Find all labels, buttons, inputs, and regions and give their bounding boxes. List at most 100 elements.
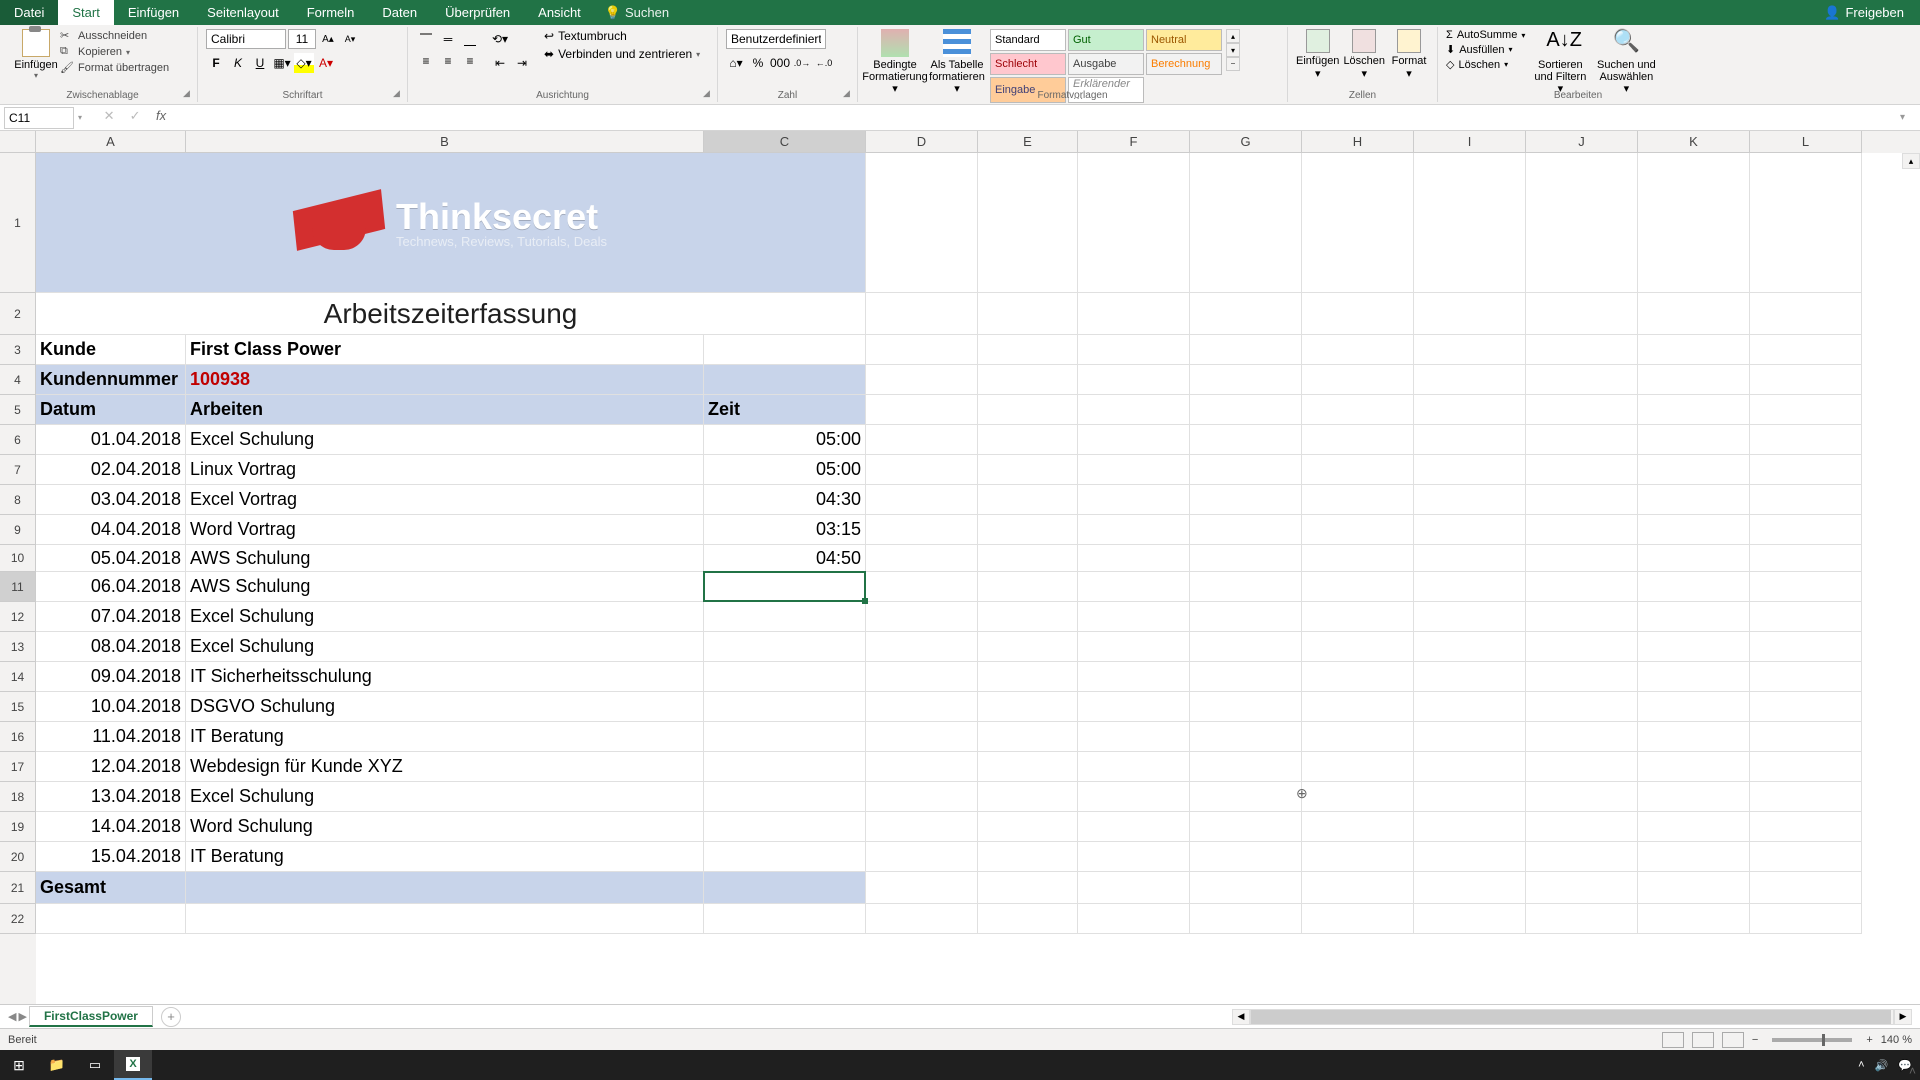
file-explorer-button[interactable]: 📁 — [38, 1050, 76, 1080]
cell[interactable] — [1638, 365, 1750, 395]
cell[interactable] — [1638, 545, 1750, 572]
format-painter-button[interactable]: 🖌Format übertragen — [60, 61, 169, 75]
spreadsheet-grid[interactable]: ABCDEFGHIJKL 123456789101112131415161718… — [0, 131, 1920, 1004]
cell-zeit[interactable]: 05:00 — [704, 425, 866, 455]
cell[interactable] — [1078, 425, 1190, 455]
ribbon-tab-ansicht[interactable]: Ansicht — [524, 0, 595, 25]
row-header-7[interactable]: 7 — [0, 455, 36, 485]
cell[interactable] — [1414, 872, 1526, 904]
cell[interactable] — [978, 662, 1078, 692]
cell[interactable] — [1190, 904, 1302, 934]
cell-datum[interactable] — [36, 904, 186, 934]
cell[interactable] — [866, 752, 978, 782]
cell[interactable] — [1638, 752, 1750, 782]
cell[interactable] — [1302, 153, 1414, 293]
ribbon-tab-daten[interactable]: Daten — [368, 0, 431, 25]
cell[interactable] — [978, 722, 1078, 752]
normal-view-button[interactable] — [1662, 1032, 1684, 1048]
cell[interactable] — [186, 872, 704, 904]
cell[interactable] — [1638, 153, 1750, 293]
cell[interactable] — [1078, 782, 1190, 812]
row-header-1[interactable]: 1 — [0, 153, 36, 293]
cell-zeit[interactable]: 04:30 — [704, 485, 866, 515]
cell[interactable] — [866, 545, 978, 572]
cell-zeit[interactable] — [704, 812, 866, 842]
add-sheet-button[interactable]: + — [161, 1007, 181, 1027]
cell[interactable] — [1190, 425, 1302, 455]
cell[interactable] — [1078, 395, 1190, 425]
cell-arbeiten[interactable]: Excel Schulung — [186, 425, 704, 455]
cell[interactable] — [1302, 572, 1414, 602]
row-header-14[interactable]: 14 — [0, 662, 36, 692]
cell[interactable] — [1638, 515, 1750, 545]
cell[interactable] — [1414, 782, 1526, 812]
cell-datum[interactable]: 12.04.2018 — [36, 752, 186, 782]
cell[interactable] — [1302, 722, 1414, 752]
cell[interactable] — [1638, 722, 1750, 752]
cell[interactable] — [978, 545, 1078, 572]
cell-arbeiten[interactable]: Linux Vortrag — [186, 455, 704, 485]
autosum-button[interactable]: ΣAutoSumme▾ — [1446, 29, 1525, 41]
cell[interactable] — [1302, 752, 1414, 782]
cell-datum[interactable]: 09.04.2018 — [36, 662, 186, 692]
task-view-button[interactable]: ▭ — [76, 1050, 114, 1080]
row-header-4[interactable]: 4 — [0, 365, 36, 395]
share-button[interactable]: 👤 Freigeben — [1824, 5, 1904, 21]
zoom-slider[interactable] — [1772, 1038, 1852, 1042]
tray-chevron-icon[interactable]: ˄ — [1858, 1059, 1864, 1071]
cell-datum[interactable]: 02.04.2018 — [36, 455, 186, 485]
cell[interactable] — [978, 425, 1078, 455]
cell[interactable] — [1078, 872, 1190, 904]
cell[interactable] — [978, 515, 1078, 545]
cell-datum[interactable]: 04.04.2018 — [36, 515, 186, 545]
row-header-17[interactable]: 17 — [0, 752, 36, 782]
cell[interactable] — [704, 872, 866, 904]
cell[interactable] — [978, 365, 1078, 395]
format-as-table-button[interactable]: Als Tabelle formatieren▾ — [928, 29, 986, 95]
cell-datum[interactable]: 03.04.2018 — [36, 485, 186, 515]
cell-style-standard[interactable]: Standard — [990, 29, 1066, 51]
row-header-18[interactable]: 18 — [0, 782, 36, 812]
cell[interactable] — [1190, 602, 1302, 632]
row-header-8[interactable]: 8 — [0, 485, 36, 515]
cell-datum[interactable]: 10.04.2018 — [36, 692, 186, 722]
align-middle-button[interactable]: ═ — [438, 29, 458, 49]
cell[interactable] — [1750, 293, 1862, 335]
italic-button[interactable]: K — [228, 53, 248, 73]
cell[interactable] — [1638, 602, 1750, 632]
cell-arbeiten[interactable]: DSGVO Schulung — [186, 692, 704, 722]
styles-more[interactable]: ⎯ — [1226, 57, 1240, 71]
cell[interactable] — [1414, 722, 1526, 752]
label-kundennummer[interactable]: Kundennummer — [36, 365, 186, 395]
cell[interactable] — [1750, 904, 1862, 934]
cell[interactable] — [866, 602, 978, 632]
cell[interactable] — [1414, 572, 1526, 602]
cell[interactable] — [1078, 904, 1190, 934]
ribbon-tab-überprüfen[interactable]: Überprüfen — [431, 0, 524, 25]
cut-button[interactable]: ✂Ausschneiden — [60, 29, 169, 43]
cell-zeit[interactable] — [704, 722, 866, 752]
row-header-19[interactable]: 19 — [0, 812, 36, 842]
cell[interactable] — [1078, 752, 1190, 782]
cell-datum[interactable]: 07.04.2018 — [36, 602, 186, 632]
cell[interactable] — [1750, 153, 1862, 293]
cell[interactable] — [1414, 365, 1526, 395]
cell-area[interactable]: Thinksecret Technews, Reviews, Tutorials… — [36, 153, 1920, 1004]
cell[interactable] — [1190, 485, 1302, 515]
conditional-formatting-button[interactable]: Bedingte Formatierung▾ — [866, 29, 924, 95]
row-headers[interactable]: 12345678910111213141516171819202122 — [0, 153, 36, 1004]
cell[interactable] — [1526, 782, 1638, 812]
cell[interactable] — [978, 602, 1078, 632]
cell[interactable] — [866, 572, 978, 602]
cell[interactable] — [1190, 395, 1302, 425]
cell[interactable] — [1526, 153, 1638, 293]
cell[interactable] — [1750, 572, 1862, 602]
cell[interactable] — [1302, 293, 1414, 335]
cell[interactable] — [1078, 602, 1190, 632]
cell[interactable] — [1638, 425, 1750, 455]
enter-formula-button[interactable]: ✓ — [124, 108, 146, 128]
cell[interactable] — [1078, 572, 1190, 602]
cell[interactable] — [866, 455, 978, 485]
cell-style-gut[interactable]: Gut — [1068, 29, 1144, 51]
cell-datum[interactable]: 08.04.2018 — [36, 632, 186, 662]
